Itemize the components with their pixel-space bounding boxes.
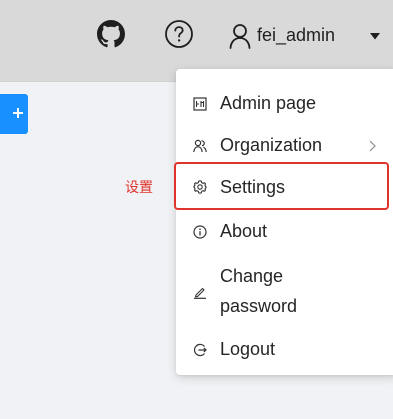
annotation-label: 设置: [125, 179, 153, 195]
settings-highlight-box: [174, 162, 389, 210]
menu-item-label: Organization: [220, 135, 323, 155]
info-icon: [193, 225, 207, 239]
add-button[interactable]: [0, 94, 28, 134]
github-icon[interactable]: [97, 20, 125, 48]
plus-icon: [13, 108, 23, 118]
menu-item-about[interactable]: About: [176, 211, 393, 251]
edit-icon: [194, 287, 206, 299]
question-circle-icon[interactable]: [164, 19, 194, 49]
logout-icon: [194, 343, 207, 357]
menu-item-label: Admin page: [220, 93, 317, 113]
menu-item-change-password[interactable]: Change password: [176, 255, 393, 325]
menu-item-label: About: [220, 221, 268, 241]
user-dropdown-menu: Admin page Organization Settings About C…: [176, 69, 393, 375]
menu-item-label: Logout: [220, 339, 276, 359]
chevron-right-icon: [369, 140, 376, 152]
admin-icon: [193, 97, 207, 111]
menu-item-organization[interactable]: Organization: [176, 125, 393, 165]
user-icon[interactable]: [229, 23, 251, 49]
organization-icon: [193, 139, 207, 153]
username-label[interactable]: fei_admin: [257, 24, 335, 46]
menu-item-label: Change password: [220, 266, 298, 316]
menu-item-admin-page[interactable]: Admin page: [176, 83, 393, 123]
caret-down-icon[interactable]: [370, 33, 380, 40]
menu-item-logout[interactable]: Logout: [176, 329, 393, 369]
